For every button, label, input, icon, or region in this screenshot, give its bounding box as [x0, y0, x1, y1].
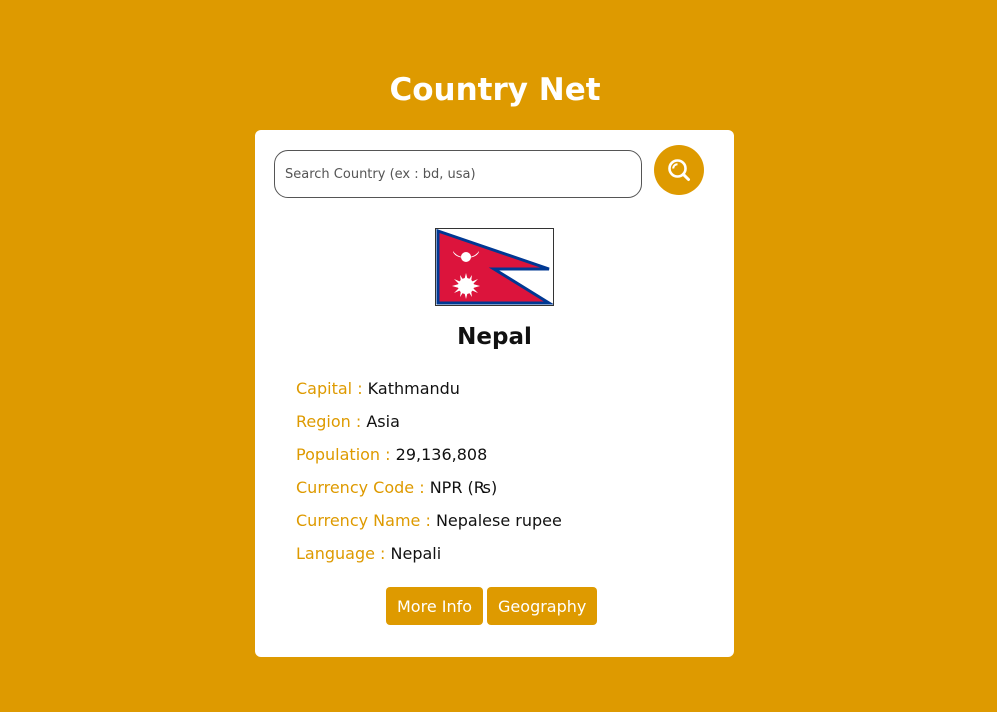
app-title: Country Net: [389, 72, 601, 108]
detail-label: Capital :: [296, 379, 363, 398]
detail-value: NPR (₨): [429, 478, 498, 497]
detail-label: Currency Code :: [296, 478, 425, 497]
detail-value: Nepali: [390, 544, 442, 563]
detail-value: 29,136,808: [395, 445, 488, 464]
detail-label: Language :: [296, 544, 386, 563]
geography-button[interactable]: Geography: [487, 587, 598, 625]
country-name: Nepal: [457, 324, 532, 350]
more-info-button[interactable]: More Info: [386, 587, 484, 625]
action-bar: More Info Geography: [386, 587, 598, 625]
detail-capital: Capital : Kathmandu: [296, 372, 562, 405]
country-card: Nepal Capital : Kathmandu Region : Asia …: [255, 130, 734, 657]
detail-value: Nepalese rupee: [435, 511, 562, 530]
detail-label: Population :: [296, 445, 391, 464]
detail-label: Region :: [296, 412, 362, 431]
detail-currency-name: Currency Name : Nepalese rupee: [296, 504, 562, 537]
country-details: Capital : Kathmandu Region : Asia Popula…: [296, 372, 562, 570]
detail-value: Asia: [366, 412, 400, 431]
detail-language: Language : Nepali: [296, 537, 562, 570]
search-input[interactable]: [274, 150, 642, 198]
nepal-flag-icon: [436, 228, 555, 305]
detail-value: Kathmandu: [367, 379, 460, 398]
detail-region: Region : Asia: [296, 405, 562, 438]
search-button[interactable]: [654, 145, 704, 195]
detail-currency-code: Currency Code : NPR (₨): [296, 471, 562, 504]
detail-population: Population : 29,136,808: [296, 438, 562, 471]
country-flag: [435, 228, 555, 306]
search-icon: [668, 159, 690, 181]
detail-label: Currency Name :: [296, 511, 431, 530]
